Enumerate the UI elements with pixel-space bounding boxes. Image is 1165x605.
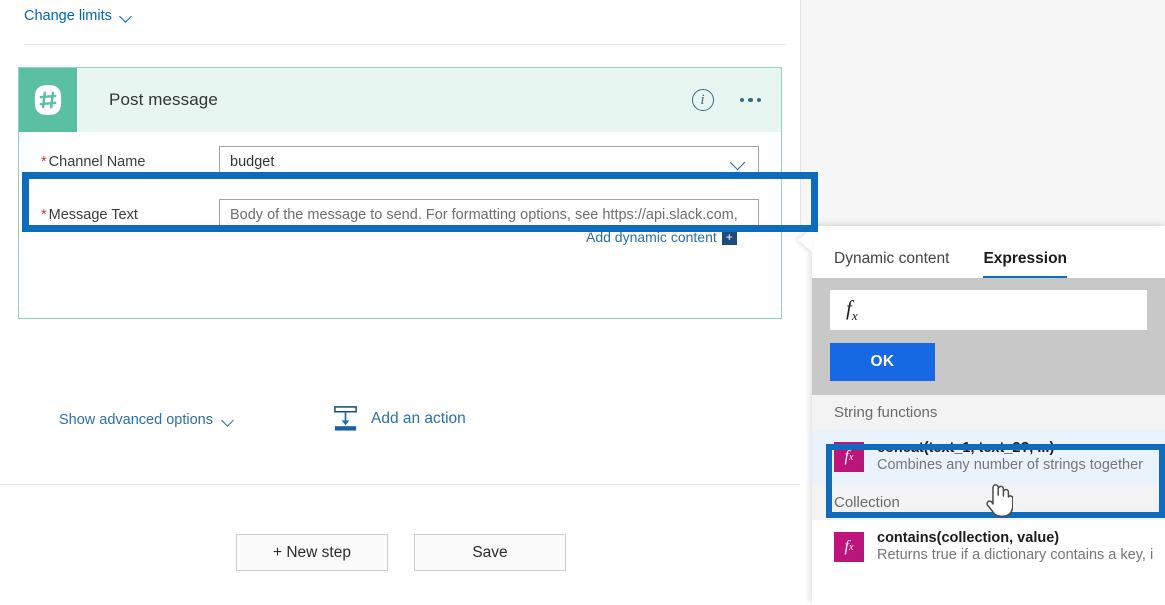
change-limits-link[interactable]: Change limits	[24, 8, 133, 24]
function-item-text: concat(text_1, text_2?, ...) Combines an…	[877, 440, 1143, 473]
insert-step-icon	[334, 406, 357, 431]
chevron-down-icon	[120, 10, 133, 23]
message-text-label-text: Message Text	[48, 207, 138, 223]
expression-editor-area: fx OK	[812, 278, 1165, 395]
function-description: Combines any number of strings together	[877, 457, 1143, 473]
slack-hash-icon	[19, 68, 77, 132]
top-divider	[24, 44, 786, 45]
function-item-concat[interactable]: fx concat(text_1, text_2?, ...) Combines…	[812, 430, 1165, 485]
action-card-header: Post message i	[19, 68, 781, 132]
panel-callout-pointer	[798, 228, 812, 252]
expression-input[interactable]: fx	[830, 290, 1147, 330]
add-dynamic-content-link[interactable]: Add dynamic content +	[586, 229, 737, 245]
tab-expression[interactable]: Expression	[983, 250, 1067, 278]
show-advanced-options-label: Show advanced options	[59, 412, 213, 428]
function-signature: contains(collection, value)	[877, 530, 1060, 546]
action-card-title: Post message	[109, 90, 218, 109]
bottom-divider	[0, 484, 800, 485]
tab-dynamic-content[interactable]: Dynamic content	[834, 250, 949, 278]
expression-panel-tabs: Dynamic content Expression	[812, 226, 1165, 278]
post-message-action-card[interactable]: Post message i * Channel Name budget * Mes…	[18, 67, 782, 428]
change-limits-label: Change limits	[24, 8, 112, 24]
function-signature: concat(text_1, text_2?, ...)	[877, 440, 1055, 456]
action-card-body: * Channel Name budget * Message Text Body …	[19, 140, 781, 428]
channel-name-dropdown[interactable]: budget	[219, 146, 759, 178]
fx-icon: fx	[846, 295, 858, 324]
field-row-channel-name: * Channel Name budget	[19, 140, 781, 184]
fx-icon: fx	[834, 532, 864, 562]
required-asterisk: *	[41, 154, 47, 170]
group-header-collection: Collection	[812, 485, 1165, 520]
message-text-placeholder: Body of the message to send. For formatt…	[230, 207, 738, 223]
expression-panel: Dynamic content Expression fx OK String …	[812, 226, 1165, 605]
add-dynamic-content-label: Add dynamic content	[586, 229, 717, 245]
ok-button[interactable]: OK	[830, 343, 935, 381]
show-advanced-options-link[interactable]: Show advanced options	[59, 412, 235, 428]
info-circle-icon[interactable]: i	[691, 89, 714, 111]
group-header-string-functions: String functions	[812, 395, 1165, 430]
channel-name-value: budget	[230, 154, 275, 170]
function-item-text: contains(collection, value) Returns true…	[877, 530, 1153, 563]
function-list: String functions fx concat(text_1, text_…	[812, 395, 1165, 575]
message-text-label: * Message Text	[41, 207, 219, 223]
message-text-input[interactable]: Body of the message to send. For formatt…	[219, 199, 759, 231]
add-an-action-button[interactable]: Add an action	[332, 405, 466, 432]
channel-name-label-text: Channel Name	[48, 154, 146, 170]
channel-name-label: * Channel Name	[41, 154, 219, 170]
chevron-down-icon[interactable]	[730, 155, 746, 171]
new-step-button[interactable]: + New step	[236, 534, 388, 571]
add-an-action-label: Add an action	[371, 409, 466, 427]
fx-icon: fx	[834, 442, 864, 472]
plus-icon[interactable]: +	[721, 229, 737, 245]
required-asterisk: *	[41, 207, 47, 223]
flow-designer-canvas: Change limits Post message i * Channel N…	[0, 0, 818, 605]
function-description: Returns true if a dictionary contains a …	[877, 547, 1154, 563]
panel-backdrop	[800, 0, 1165, 226]
action-card-header-actions: i	[691, 68, 764, 132]
save-button[interactable]: Save	[414, 534, 566, 571]
function-item-contains[interactable]: fx contains(collection, value) Returns t…	[812, 520, 1165, 575]
chevron-down-icon	[222, 414, 235, 427]
ellipsis-icon[interactable]	[738, 92, 764, 109]
